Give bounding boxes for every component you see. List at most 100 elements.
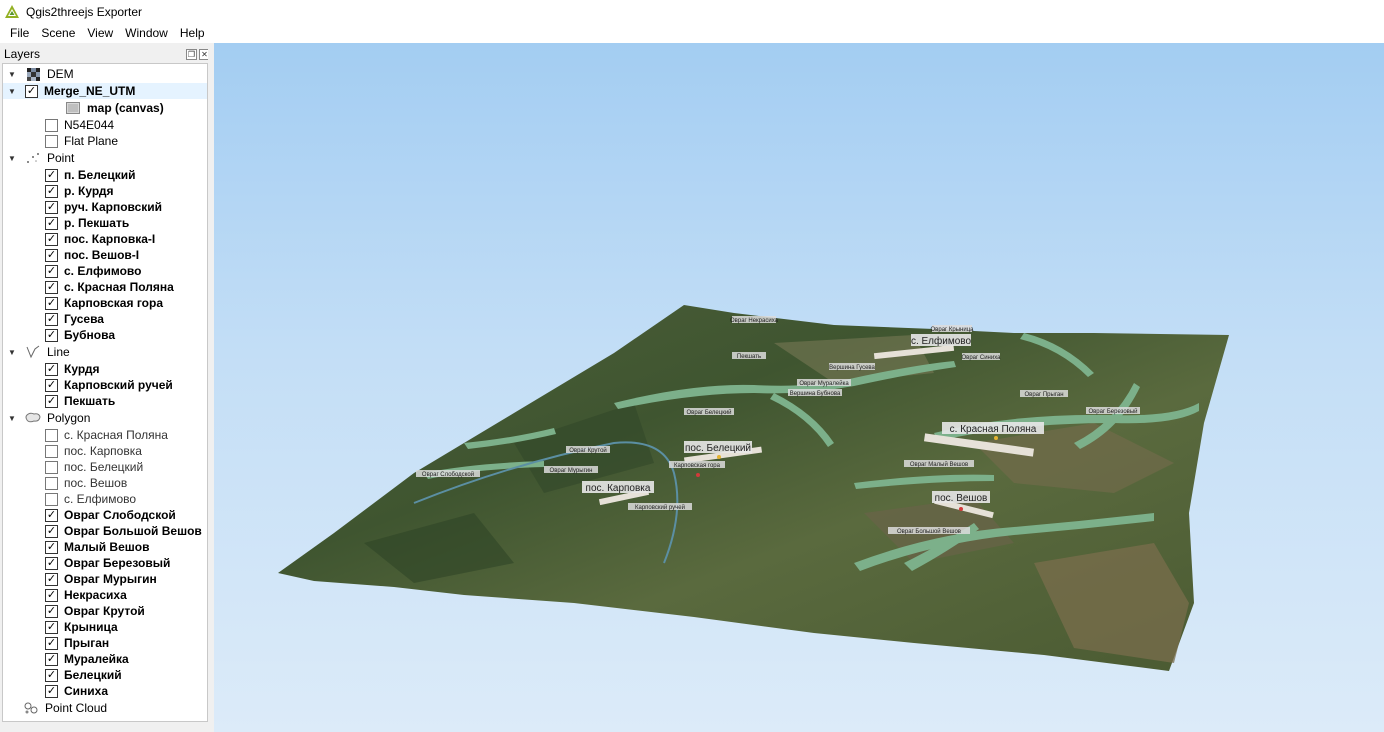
layer-row-polygon-7[interactable]: ✓ Малый Вешов [45,539,149,555]
layer-checkbox[interactable]: ✓ [45,248,58,262]
group-point-cloud[interactable]: Point Cloud [23,700,107,716]
point-marker [717,455,721,459]
layer-checkbox[interactable]: ✓ [45,280,58,294]
layer-checkbox[interactable]: ✓ [45,524,58,538]
layer-checkbox[interactable]: ✓ [45,556,58,570]
layer-checkbox[interactable] [45,476,58,490]
layer-row-polygon-1[interactable]: пос. Карповка [45,443,142,459]
layer-row-point-4[interactable]: ✓ пос. Карповка-I [45,231,155,247]
layer-checkbox[interactable]: ✓ [45,200,58,214]
layer-row-polygon-16[interactable]: ✓ Синиха [45,683,108,699]
layer-checkbox[interactable] [45,460,58,474]
scene-label-big: с. Елфимово [911,335,972,347]
layer-row-polygon-3[interactable]: пос. Вешов [45,475,127,491]
layer-checkbox[interactable]: ✓ [45,508,58,522]
point-marker [696,473,700,477]
layer-row-point-8[interactable]: ✓ Карповская гора [45,295,163,311]
3d-scene-viewport[interactable]: с. Елфимово пос. Белецкий с. Красная Пол… [214,43,1384,732]
layer-checkbox[interactable]: ✓ [45,620,58,634]
layer-checkbox[interactable]: ✓ [45,652,58,666]
layer-row-point-3[interactable]: ✓ р. Пекшать [45,215,129,231]
menu-help[interactable]: Help [174,23,211,43]
layer-checkbox[interactable]: ✓ [45,540,58,554]
group-label: Line [47,345,70,359]
window-title: Qgis2threejs Exporter [26,4,143,19]
scene-label-small: Вершина Бубнова [790,391,841,397]
layer-checkbox[interactable]: ✓ [45,328,58,342]
layer-row-polygon-15[interactable]: ✓ Белецкий [45,667,122,683]
layer-checkbox[interactable] [45,492,58,506]
layer-checkbox[interactable]: ✓ [45,362,58,376]
group-dem[interactable]: ▼ DEM [5,66,74,82]
layer-checkbox[interactable]: ✓ [45,636,58,650]
layer-row-point-6[interactable]: ✓ с. Елфимово [45,263,141,279]
layer-checkbox[interactable]: ✓ [45,394,58,408]
layer-checkbox[interactable]: ✓ [45,684,58,698]
scene-label-big: пос. Карповка [586,483,651,494]
layer-row-polygon-5[interactable]: ✓ Овраг Слободской [45,507,176,523]
layer-row-point-2[interactable]: ✓ руч. Карповский [45,199,162,215]
layer-checkbox[interactable] [45,118,58,132]
menu-window[interactable]: Window [119,23,174,43]
layer-row-point-1[interactable]: ✓ р. Курдя [45,183,114,199]
layer-label: р. Курдя [64,184,114,198]
layer-row-point-10[interactable]: ✓ Бубнова [45,327,115,343]
layer-row-polygon-13[interactable]: ✓ Прыган [45,635,109,651]
menu-file[interactable]: File [4,23,35,43]
polygon-layer-icon [25,410,41,426]
layer-row-polygon-9[interactable]: ✓ Овраг Мурыгин [45,571,157,587]
layer-checkbox[interactable]: ✓ [45,184,58,198]
collapse-arrow-icon[interactable]: ▼ [5,66,19,82]
layer-row-point-5[interactable]: ✓ пос. Вешов-I [45,247,139,263]
collapse-arrow-icon[interactable]: ▼ [5,410,19,426]
layer-checkbox[interactable]: ✓ [45,378,58,392]
layer-row-polygon-6[interactable]: ✓ Овраг Большой Вешов [45,523,202,539]
layer-row-line-2[interactable]: ✓ Пекшать [45,393,115,409]
layer-row-polygon-4[interactable]: с. Елфимово [45,491,136,507]
group-line[interactable]: ▼ Line [5,344,70,360]
layer-row-polygon-12[interactable]: ✓ Крыница [45,619,118,635]
qgis-app-icon [5,4,19,18]
layer-checkbox[interactable]: ✓ [25,84,38,98]
layer-checkbox[interactable]: ✓ [45,588,58,602]
layer-row-line-1[interactable]: ✓ Карповский ручей [45,377,173,393]
layer-row-polygon-0[interactable]: с. Красная Поляна [45,427,168,443]
collapse-arrow-icon[interactable]: ▼ [5,83,19,99]
group-label: Polygon [47,411,91,425]
layer-checkbox[interactable] [45,444,58,458]
layer-row-polygon-10[interactable]: ✓ Некрасиха [45,587,127,603]
menu-scene[interactable]: Scene [35,23,81,43]
layer-checkbox[interactable]: ✓ [45,232,58,246]
layer-checkbox[interactable] [45,134,58,148]
float-dock-button[interactable]: ❐ [186,48,197,60]
layer-row-point-9[interactable]: ✓ Гусева [45,311,104,327]
layer-checkbox[interactable]: ✓ [45,264,58,278]
layer-row-polygon-14[interactable]: ✓ Муралейка [45,651,129,667]
layer-row-flat-plane[interactable]: Flat Plane [45,133,118,149]
layer-checkbox[interactable] [45,428,58,442]
menu-view[interactable]: View [81,23,119,43]
layer-row-map-canvas[interactable]: map (canvas) [65,100,164,116]
collapse-arrow-icon[interactable]: ▼ [5,150,19,166]
layer-checkbox[interactable]: ✓ [45,216,58,230]
layer-checkbox[interactable]: ✓ [45,312,58,326]
collapse-arrow-icon[interactable]: ▼ [5,344,19,360]
layer-checkbox[interactable]: ✓ [45,604,58,618]
scene-label-small: Овраг Крутой [569,447,607,454]
layer-tree[interactable]: ▼ DEM ▼ ✓ Merge_NE_UTM map (canvas) N54E… [2,63,208,722]
group-point[interactable]: ▼ Point [5,150,74,166]
layer-checkbox[interactable]: ✓ [45,296,58,310]
group-polygon[interactable]: ▼ Polygon [5,410,90,426]
layer-checkbox[interactable]: ✓ [45,572,58,586]
layer-checkbox[interactable]: ✓ [45,168,58,182]
layer-row-polygon-2[interactable]: пос. Белецкий [45,459,143,475]
layer-checkbox[interactable]: ✓ [45,668,58,682]
scene-label-small: Вершина Гусева [829,365,875,371]
layer-row-polygon-11[interactable]: ✓ Овраг Крутой [45,603,145,619]
layer-row-point-7[interactable]: ✓ с. Красная Поляна [45,279,174,295]
layer-row-polygon-8[interactable]: ✓ Овраг Березовый [45,555,170,571]
layer-row-n54e044[interactable]: N54E044 [45,117,114,133]
layer-row-merge-ne-utm[interactable]: ▼ ✓ Merge_NE_UTM [3,83,207,99]
layer-row-point-0[interactable]: ✓ п. Белецкий [45,167,136,183]
layer-row-line-0[interactable]: ✓ Курдя [45,361,100,377]
